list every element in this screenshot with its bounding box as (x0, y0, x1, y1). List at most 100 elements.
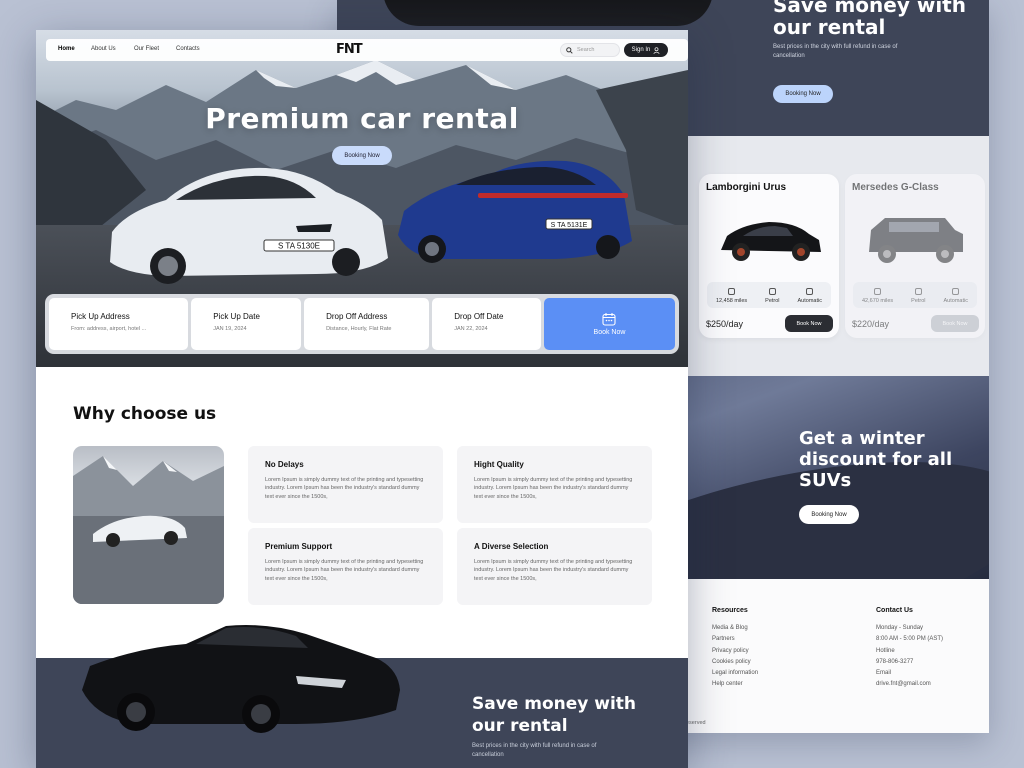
resources-heading: Resources (712, 607, 748, 614)
book-now-button[interactable]: Book Now (543, 298, 675, 350)
fuel-value: Petrol (911, 298, 926, 304)
contact-list: Monday - Sunday 8:00 AM - 5:00 PM (AST) … (876, 623, 943, 691)
transmission-spec: Automatic (944, 288, 968, 304)
search-input[interactable]: Search (560, 43, 620, 57)
resources-list: Media & Blog Partners Privacy policy Coo… (712, 623, 758, 691)
car-specs: 12,458 miles Petrol Automatic (707, 282, 831, 308)
feature-title: Hight Quality (474, 460, 524, 469)
save-subtitle: Best prices in the city with full refund… (472, 743, 597, 758)
car-card: Lamborgini Urus 12,458 miles Petrol Auto… (699, 174, 839, 338)
book-now-button[interactable]: Book Now (785, 315, 833, 332)
transmission-value: Automatic (943, 298, 968, 304)
field-value: JAN 22, 2024 (454, 326, 488, 332)
speedometer-icon (728, 288, 736, 295)
mileage-value: 12,458 miles (715, 298, 748, 304)
sign-in-label: Sign In (631, 47, 651, 53)
logo[interactable]: FNT (336, 42, 363, 57)
footer-link[interactable]: Partners (712, 634, 758, 645)
hotline-label: Hotline (876, 647, 895, 654)
suv-image (869, 218, 963, 263)
footer-link[interactable]: Legal information (712, 668, 758, 679)
user-icon (653, 46, 660, 54)
fuel-spec: Petrol (911, 288, 926, 304)
nav-home[interactable]: Home (58, 46, 75, 52)
blue-car-image: S TA 5131E (398, 160, 632, 263)
car-price: $220/day (852, 319, 890, 329)
car-specs: 42,670 miles Petrol Automatic (853, 282, 977, 308)
nav-our-fleet[interactable]: Our Fleet (134, 46, 159, 52)
field-value: JAN 19, 2024 (213, 326, 247, 332)
book-now-label: Book Now (593, 329, 626, 336)
winter-title: Get a winter discount for all SUVs (799, 428, 953, 491)
fuel-value: Petrol (765, 298, 780, 304)
transmission-spec: Automatic (798, 288, 822, 304)
car-name: Mersedes G-Class (852, 182, 939, 193)
book-now-button[interactable]: Book Now (931, 315, 979, 332)
feature-card: Premium Support Lorem Ipsum is simply du… (248, 528, 443, 605)
hero-title: Premium car rental (205, 102, 519, 135)
save-title: Save money with our rental (472, 694, 637, 736)
hero-booking-button[interactable]: Booking Now (332, 146, 392, 165)
search-placeholder: Search (577, 47, 595, 53)
feature-card: No Delays Lorem Ipsum is simply dummy te… (248, 446, 443, 523)
hotline-number[interactable]: 978-806-3277 (876, 657, 943, 668)
car-price: $250/day (706, 319, 744, 329)
feature-text: Lorem Ipsum is simply dummy text of the … (474, 559, 633, 582)
sign-in-button[interactable]: Sign In (624, 43, 668, 57)
pickup-address-field[interactable]: Pick Up Address From: address, airport, … (49, 298, 189, 350)
field-label: Drop Off Date (454, 312, 504, 321)
footer-link[interactable]: Cookies policy (712, 657, 758, 668)
feature-title: No Delays (265, 460, 304, 469)
car-card: Mersedes G-Class 42,670 miles Petrol Aut… (845, 174, 985, 338)
homepage: S TA 5130E S TA 5131E Home About Us Our … (36, 30, 688, 768)
field-value: Distance, Hourly, Flat Rate (326, 326, 392, 332)
nav-contacts[interactable]: Contacts (176, 46, 200, 52)
gearbox-icon (952, 288, 960, 295)
top-navigation: Home About Us Our Fleet Contacts FNT Sea… (46, 39, 688, 61)
transmission-value: Automatic (797, 298, 822, 304)
footer-link[interactable]: Media & Blog (712, 623, 758, 634)
mileage-spec: 42,670 miles (862, 288, 893, 304)
white-car-image: S TA 5130E (110, 167, 388, 284)
booking-bar: Pick Up Address From: address, airport, … (45, 294, 679, 354)
contact-hours-label: Monday - Sunday (876, 625, 924, 631)
booking-now-button[interactable]: Booking Now (799, 505, 859, 524)
dropoff-address-field[interactable]: Drop Off Address Distance, Hourly, Flat … (304, 298, 430, 350)
calendar-icon (602, 313, 617, 326)
feature-text: Lorem Ipsum is simply dummy text of the … (474, 477, 633, 500)
license-plate: S TA 5130E (278, 242, 320, 251)
black-sports-car-image (82, 625, 400, 733)
field-label: Pick Up Address (71, 312, 130, 321)
hero-section: S TA 5130E S TA 5131E Home About Us Our … (36, 30, 688, 367)
speedometer-icon (874, 288, 882, 295)
field-label: Pick Up Date (213, 312, 260, 321)
email-label: Email (876, 670, 892, 677)
dropoff-date-field[interactable]: Drop Off Date JAN 22, 2024 (432, 298, 541, 350)
mileage-value: 42,670 miles (861, 298, 894, 304)
why-choose-us-heading: Why choose us (73, 404, 217, 424)
sports-car-image (383, 0, 713, 26)
field-value: From: address, airport, hotel ... (71, 326, 147, 332)
save-title: Save money with our rental (773, 0, 966, 39)
email-address[interactable]: drive.fnt@gmail.com (876, 679, 943, 690)
contact-hours: 8:00 AM - 5:00 PM (AST) (876, 636, 944, 643)
feature-title: A Diverse Selection (474, 542, 549, 551)
contact-heading: Contact Us (876, 607, 913, 614)
license-plate: S TA 5131E (551, 222, 588, 229)
feature-card: Hight Quality Lorem Ipsum is simply dumm… (457, 446, 652, 523)
car-name: Lamborgini Urus (706, 182, 787, 193)
pickup-date-field[interactable]: Pick Up Date JAN 19, 2024 (191, 298, 302, 350)
fuel-icon (768, 288, 776, 295)
search-icon (566, 46, 573, 54)
footer-link[interactable]: Privacy policy (712, 646, 758, 657)
booking-now-button[interactable]: Booking Now (773, 85, 833, 103)
nav-about-us[interactable]: About Us (91, 46, 116, 52)
footer-link[interactable]: Help center (712, 679, 758, 690)
feature-title: Premium Support (265, 542, 333, 551)
mileage-spec: 12,458 miles (716, 288, 747, 304)
feature-text: Lorem Ipsum is simply dummy text of the … (265, 559, 424, 582)
feature-text: Lorem Ipsum is simply dummy text of the … (265, 477, 424, 500)
copyright-text: eserved (686, 720, 706, 726)
snow-car-image (73, 456, 224, 604)
fuel-spec: Petrol (765, 288, 780, 304)
